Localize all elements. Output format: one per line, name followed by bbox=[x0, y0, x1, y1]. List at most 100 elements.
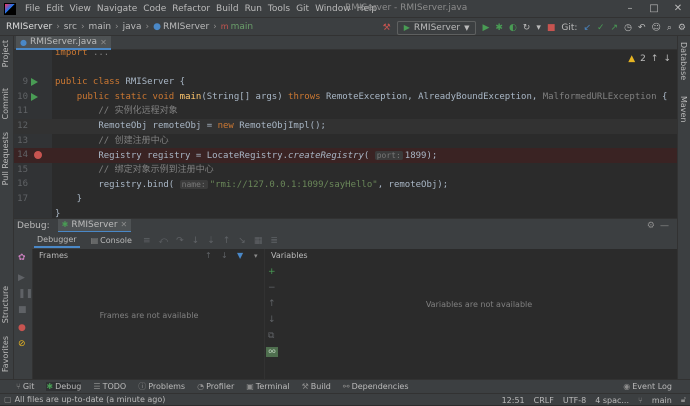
menu-build[interactable]: Build bbox=[213, 4, 242, 14]
close-session-icon[interactable]: ✕ bbox=[121, 220, 128, 229]
move-up-icon[interactable]: ↑ bbox=[268, 299, 276, 309]
run-gutter-icon[interactable] bbox=[31, 92, 38, 101]
line-separator[interactable]: CRLF bbox=[534, 396, 554, 405]
code-line[interactable]: 14 Registry registry = LocateRegistry.cr… bbox=[14, 148, 677, 164]
tool-window-git[interactable]: ⑂ Git bbox=[16, 382, 34, 391]
code-line[interactable]: 13 // 创建注册中心 bbox=[14, 134, 677, 149]
tool-tab-commit[interactable]: Commit bbox=[1, 88, 10, 119]
breadcrumb-src[interactable]: src bbox=[64, 22, 77, 32]
close-tab-icon[interactable]: ✕ bbox=[100, 38, 107, 47]
breadcrumb-project[interactable]: RMIServer bbox=[6, 22, 52, 32]
code-line[interactable]: 15 // 绑定对象示例到注册中心 bbox=[14, 163, 677, 178]
stop-icon[interactable]: ■ bbox=[547, 23, 556, 33]
tool-window-profiler[interactable]: ◔ Profiler bbox=[197, 382, 234, 391]
git-push-icon[interactable]: ↗ bbox=[611, 23, 619, 33]
run-gutter-icon[interactable] bbox=[31, 78, 38, 87]
status-window-icon[interactable]: ▢ bbox=[4, 395, 12, 404]
breadcrumb-class[interactable]: RMIServer bbox=[163, 22, 209, 32]
mute-breakpoints-icon[interactable]: ⊘ bbox=[18, 339, 26, 349]
tool-tab-pull-requests[interactable]: Pull Requests bbox=[1, 132, 10, 185]
restore-layout-icon[interactable]: ≡ bbox=[143, 236, 151, 246]
trace-icon[interactable]: ≣ bbox=[270, 236, 278, 246]
coverage-icon[interactable]: ◐ bbox=[509, 23, 517, 33]
menu-git[interactable]: Git bbox=[293, 4, 312, 14]
lock-icon[interactable]: 🔓︎ bbox=[681, 395, 686, 405]
force-step-into-icon[interactable]: ⇣ bbox=[207, 236, 215, 246]
show-execution-point-icon[interactable]: ⤺ bbox=[158, 236, 168, 246]
breadcrumb-java[interactable]: java bbox=[123, 22, 142, 32]
tool-window-build[interactable]: ⚒ Build bbox=[302, 382, 331, 391]
code-line[interactable]: 9 public class RMIServer { bbox=[14, 75, 677, 90]
tool-window-debug[interactable]: ✱ Debug bbox=[46, 382, 82, 391]
avatar-icon[interactable]: ☺ bbox=[651, 23, 660, 33]
code-line[interactable]: 12 RemoteObj remoteObj = new RemoteObjIm… bbox=[14, 119, 677, 134]
arrow-down-icon[interactable]: ↓ bbox=[663, 54, 671, 64]
code-editor[interactable]: import ... 9 public class RMIServer {10 pu… bbox=[14, 50, 677, 218]
code-line[interactable]: } bbox=[14, 207, 677, 218]
tool-window-event-log[interactable]: ◉ Event Log bbox=[623, 382, 672, 391]
code-line[interactable]: 16 registry.bind( name: "rmi://127.0.0.1:… bbox=[14, 177, 677, 192]
tool-tab-project[interactable]: Project bbox=[1, 40, 10, 67]
inspection-widget[interactable]: ▲ 2 ↑ ↓ bbox=[628, 54, 671, 64]
settings-icon[interactable]: ✿ bbox=[18, 253, 26, 263]
filter-icon[interactable]: ▼ bbox=[237, 251, 243, 260]
tool-tab-favorites[interactable]: Favorites bbox=[1, 336, 10, 372]
git-update-icon[interactable]: ↙ bbox=[583, 23, 591, 33]
code-line[interactable]: 10 public static void main(String[] args… bbox=[14, 90, 677, 105]
code-line[interactable]: import ... bbox=[14, 50, 677, 61]
minimize-button[interactable]: – bbox=[618, 0, 642, 17]
run-to-cursor-icon[interactable]: ↘ bbox=[238, 236, 246, 246]
run-icon[interactable]: ▶ bbox=[482, 23, 489, 33]
pause-icon[interactable]: ❚❚ bbox=[18, 289, 33, 299]
tool-tab-database[interactable]: Database bbox=[679, 42, 688, 80]
git-branch[interactable]: main bbox=[652, 396, 672, 405]
rollback-icon[interactable]: ↶ bbox=[638, 23, 646, 33]
step-over-icon[interactable]: ↷ bbox=[176, 236, 184, 246]
frames-dropdown-icon[interactable]: ▾ bbox=[254, 252, 258, 260]
debug-icon[interactable]: ✱ bbox=[495, 23, 503, 33]
tab-console[interactable]: ▤ Console bbox=[88, 233, 135, 248]
breadcrumb-method[interactable]: main bbox=[231, 22, 254, 32]
tab-debugger[interactable]: Debugger bbox=[34, 233, 80, 248]
menu-navigate[interactable]: Navigate bbox=[94, 4, 140, 14]
menu-run[interactable]: Run bbox=[242, 4, 265, 14]
more-run-icon[interactable]: ▾ bbox=[536, 23, 541, 33]
tool-tab-structure[interactable]: Structure bbox=[1, 286, 10, 323]
menu-refactor[interactable]: Refactor bbox=[169, 4, 213, 14]
add-watch-icon[interactable]: + bbox=[268, 267, 276, 277]
tool-tab-maven[interactable]: Maven bbox=[679, 96, 688, 123]
frame-down-icon[interactable]: ↓ bbox=[221, 251, 228, 260]
menu-code[interactable]: Code bbox=[140, 4, 169, 14]
debug-session-tab[interactable]: ✱ RMIServer ✕ bbox=[57, 218, 132, 233]
git-commit-icon[interactable]: ✓ bbox=[597, 23, 605, 33]
run-configuration-select[interactable]: ▶ RMIServer ▼ bbox=[396, 20, 477, 35]
tool-window-problems[interactable]: ⓘ Problems bbox=[138, 381, 185, 392]
frame-up-icon[interactable]: ↑ bbox=[205, 251, 212, 260]
copy-icon[interactable]: ⧉ bbox=[268, 331, 274, 341]
watches-icon[interactable]: oo bbox=[266, 347, 278, 357]
indent-setting[interactable]: 4 spac... bbox=[595, 396, 629, 405]
arrow-up-icon[interactable]: ↑ bbox=[651, 54, 659, 64]
history-icon[interactable]: ◷ bbox=[624, 23, 632, 33]
stop-debug-icon[interactable]: ■ bbox=[18, 305, 27, 315]
move-down-icon[interactable]: ↓ bbox=[268, 315, 276, 325]
evaluate-expression-icon[interactable]: ▦ bbox=[254, 236, 263, 246]
menu-file[interactable]: File bbox=[22, 4, 43, 14]
search-icon[interactable]: ⌕ bbox=[667, 23, 672, 33]
tool-window-todo[interactable]: ☰ TODO bbox=[93, 382, 126, 391]
file-encoding[interactable]: UTF-8 bbox=[563, 396, 586, 405]
code-line[interactable] bbox=[14, 61, 677, 76]
menu-edit[interactable]: Edit bbox=[43, 4, 66, 14]
minimize-panel-icon[interactable]: — bbox=[660, 221, 669, 231]
menu-view[interactable]: View bbox=[67, 4, 94, 14]
profile-icon[interactable]: ↻ bbox=[523, 23, 531, 33]
breakpoint-icon[interactable] bbox=[34, 151, 42, 160]
step-out-icon[interactable]: ↑ bbox=[223, 236, 231, 246]
tool-window-dependencies[interactable]: ⚯ Dependencies bbox=[343, 382, 409, 391]
status-message[interactable]: All files are up-to-date (a minute ago) bbox=[15, 395, 166, 404]
tool-window-terminal[interactable]: ▣ Terminal bbox=[246, 382, 289, 391]
close-window-button[interactable]: ✕ bbox=[666, 0, 690, 17]
step-into-icon[interactable]: ↓ bbox=[192, 236, 200, 246]
resume-icon[interactable]: ▶ bbox=[18, 273, 25, 283]
breadcrumb-main[interactable]: main bbox=[89, 22, 112, 32]
